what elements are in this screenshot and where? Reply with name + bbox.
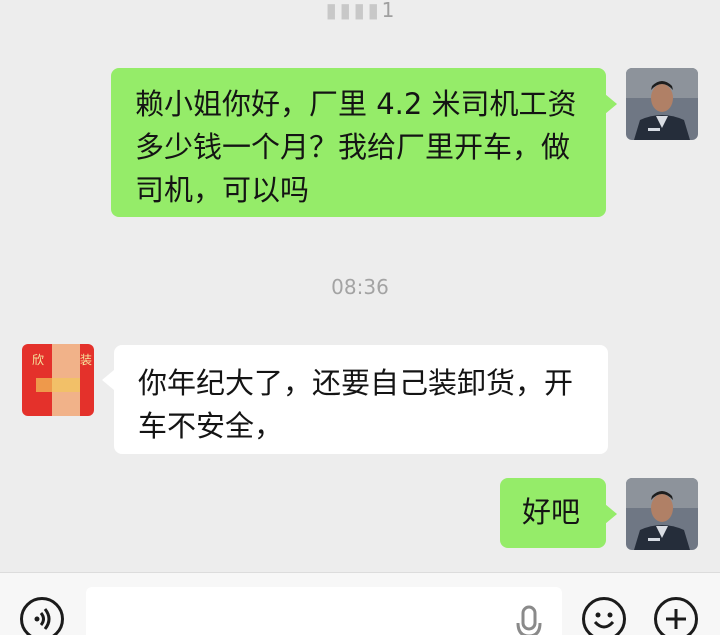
my-avatar[interactable]	[626, 68, 698, 140]
chat-timestamp: 08:36	[331, 275, 389, 299]
plus-icon-glyph	[666, 609, 686, 629]
message-line: 车不安全，	[138, 409, 284, 443]
message-line: 赖小姐你好，厂里 4.2 米司机工资	[135, 87, 577, 121]
voice-icon[interactable]	[20, 597, 64, 635]
message-line: 你年纪大了，还要自己装卸货，开	[138, 366, 574, 400]
emoji-icon[interactable]	[582, 597, 626, 635]
message-line: 司机，可以吗	[135, 173, 310, 207]
message-line: 好吧	[522, 495, 581, 529]
my-bubble-tail	[605, 94, 617, 114]
status-time-blurred: ▮▮▮▮	[325, 0, 382, 22]
microphone-icon[interactable]	[514, 605, 544, 635]
plus-icon[interactable]	[654, 597, 698, 635]
chat-screen: ▮▮▮▮1 赖小姐你好，厂里 4.2 米司机工资 多少钱一个月？我给厂里开车，做…	[0, 0, 720, 635]
my-avatar-image	[626, 478, 698, 550]
voice-icon-glyph	[34, 608, 51, 630]
avatar-char-1: 欣	[32, 353, 44, 367]
contact-avatar[interactable]: 欣 装	[22, 344, 94, 416]
status-time-digit: 1	[381, 0, 395, 22]
chat-input-bar	[0, 572, 720, 635]
their-message-bubble[interactable]: 你年纪大了，还要自己装卸货，开 车不安全，	[114, 345, 608, 454]
contact-avatar-image: 欣 装	[22, 344, 94, 416]
their-bubble-tail	[102, 370, 114, 390]
my-avatar[interactable]	[626, 478, 698, 550]
my-message-bubble[interactable]: 好吧	[500, 478, 606, 548]
message-line: 多少钱一个月？我给厂里开车，做	[135, 130, 571, 164]
emoji-icon-glyph	[593, 612, 615, 629]
my-avatar-image	[626, 68, 698, 140]
my-message-bubble[interactable]: 赖小姐你好，厂里 4.2 米司机工资 多少钱一个月？我给厂里开车，做 司机，可以…	[111, 68, 606, 217]
my-bubble-tail	[605, 504, 617, 524]
message-input[interactable]	[86, 587, 562, 635]
status-time: ▮▮▮▮1	[0, 0, 720, 22]
avatar-char-2: 装	[80, 353, 92, 367]
